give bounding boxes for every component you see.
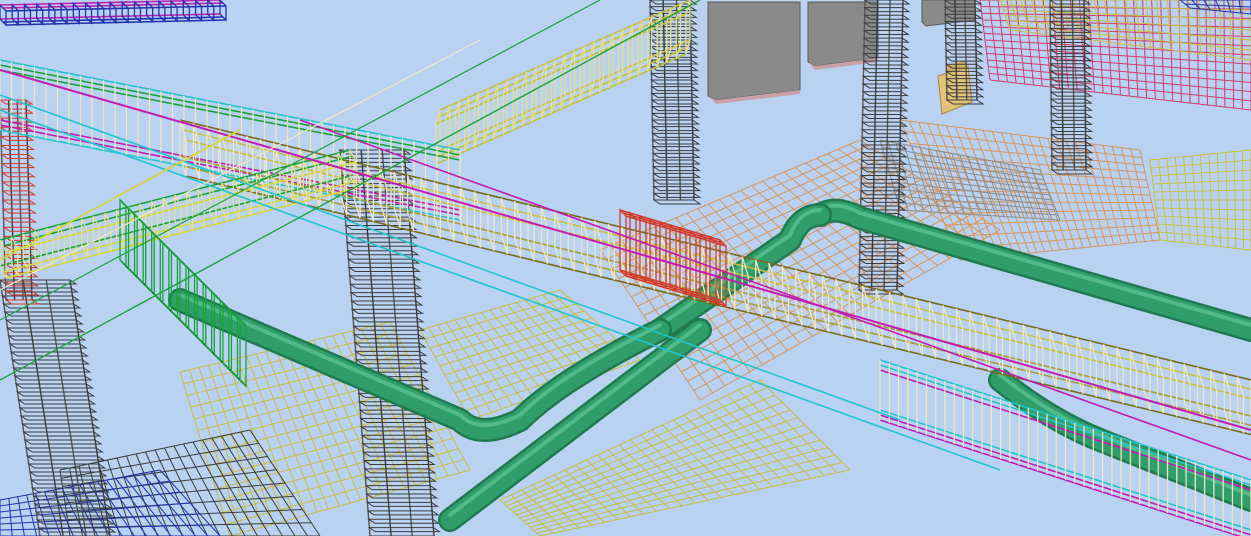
3d-viewport[interactable] <box>0 0 1251 536</box>
rebar-model-scene <box>0 0 1251 536</box>
